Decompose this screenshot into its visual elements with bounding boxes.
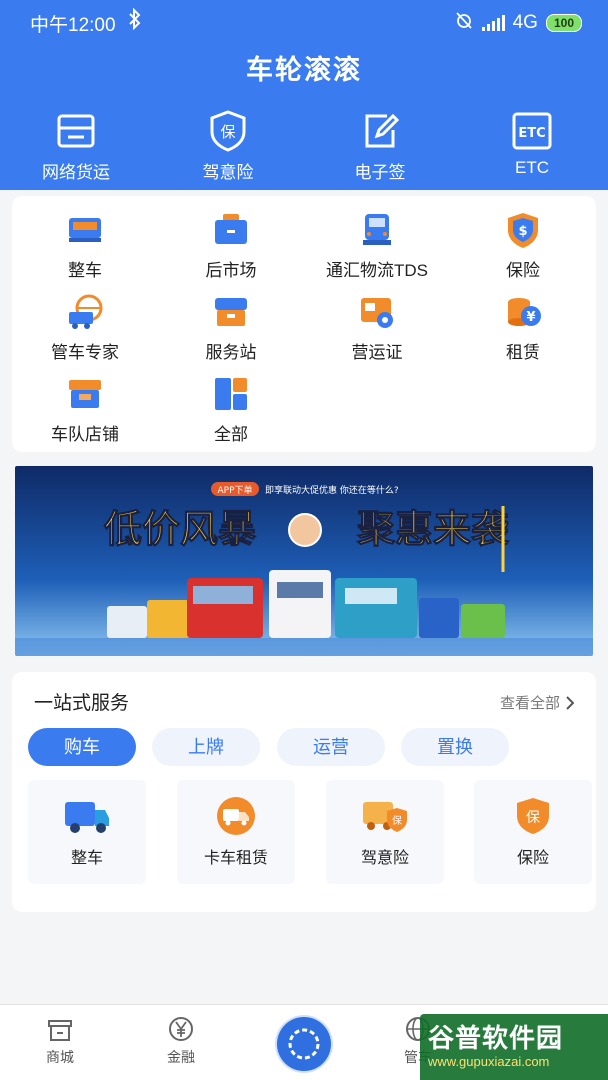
grid-item-whole-vehicle[interactable]: 整车 <box>12 210 158 281</box>
status-bar: 中午12:00 4G 100 <box>0 7 608 36</box>
globe-truck-icon <box>69 294 103 329</box>
svg-text:$: $ <box>518 224 527 239</box>
truck-icon <box>65 802 109 833</box>
signal-icon <box>481 15 505 31</box>
svg-text:保: 保 <box>392 814 402 827</box>
tab-exchange[interactable]: 置换 <box>401 728 509 766</box>
service-label: 驾意险 <box>360 850 409 867</box>
banner-headline-left: 低价风暴 <box>104 507 256 551</box>
alarm-off-icon <box>454 10 474 36</box>
quick-action-etc[interactable]: ETC ETC <box>456 108 608 178</box>
watermark-url: www.gupuxiazai.com <box>428 1054 550 1069</box>
grid-item-leasing[interactable]: ¥ 租赁 <box>450 292 596 363</box>
tab-store[interactable]: 商城 <box>0 1015 120 1067</box>
insurance-shield-icon: 保 <box>517 798 549 834</box>
watermark-name: 谷普软件园 <box>428 1023 564 1053</box>
battery-icon: 100 <box>545 14 582 32</box>
toolbox-icon <box>215 214 247 244</box>
store-icon <box>48 1020 72 1041</box>
grid-item-label: 保险 <box>506 261 540 280</box>
bluetooth-icon <box>128 7 142 35</box>
grid-item-label: 服务站 <box>205 343 257 362</box>
service-label: 保险 <box>516 850 549 867</box>
license-card-icon <box>361 298 393 328</box>
grid-item-aftermarket[interactable]: 后市场 <box>158 210 304 281</box>
semi-truck-icon <box>363 214 391 245</box>
svg-text:保: 保 <box>526 810 540 826</box>
grid-item-all[interactable]: 全部 <box>158 374 304 445</box>
banner-subtitle: 即享联动大促优惠 你还在等什么? <box>265 484 399 496</box>
center-home-button[interactable] <box>277 1017 331 1071</box>
grid-item-label: 后市场 <box>205 261 257 280</box>
svg-text:¥: ¥ <box>526 310 535 325</box>
tab-operation[interactable]: 运营 <box>277 728 385 766</box>
app-header: 中午12:00 4G 100 车轮滚滚 网络货运 保 驾意险 电子签 ETC E… <box>0 0 608 190</box>
svg-text:保: 保 <box>220 123 235 141</box>
quick-action-label: 电子签 <box>354 163 406 182</box>
app-title: 车轮滚滚 <box>246 55 362 85</box>
grid-item-insurance[interactable]: $ 保险 <box>450 210 596 281</box>
truck-icon <box>69 218 101 242</box>
quick-action-label: 驾意险 <box>202 163 254 182</box>
shop-icon <box>69 380 101 408</box>
quick-action-cargo[interactable]: 网络货运 <box>0 108 152 183</box>
grid-item-label: 营运证 <box>351 343 403 362</box>
service-truck-rental[interactable]: 卡车租赁 <box>177 780 295 884</box>
service-label: 卡车租赁 <box>203 850 268 867</box>
status-indicators: 4G 100 <box>454 10 582 36</box>
service-driver-insurance[interactable]: 保 驾意险 <box>326 780 444 884</box>
banner-headline-right: 聚惠来袭 <box>356 507 510 551</box>
grid-item-label: 整车 <box>68 261 102 280</box>
service-box-icon <box>215 298 247 326</box>
tab-finance[interactable]: 金融 <box>121 1015 241 1067</box>
feature-grid: 整车 后市场 通汇物流TDS $ 保险 管车专家 服务站 营运证 ¥ 租赁 车队… <box>12 196 596 452</box>
chevron-right-icon <box>566 695 574 710</box>
yen-circle-icon <box>169 1017 193 1041</box>
grid-item-label: 通汇物流TDS <box>326 261 428 280</box>
quick-action-insurance[interactable]: 保 驾意险 <box>152 108 304 183</box>
service-insurance[interactable]: 保 保险 <box>474 780 592 884</box>
all-blocks-icon <box>215 378 247 410</box>
grid-item-label: 全部 <box>214 425 248 444</box>
grid-item-fleet-expert[interactable]: 管车专家 <box>12 292 158 363</box>
coin-stack-icon: ¥ <box>508 298 541 326</box>
insured-truck-icon: 保 <box>363 802 407 832</box>
quick-action-esign[interactable]: 电子签 <box>304 108 456 183</box>
dollar-shield-icon: $ <box>508 213 538 248</box>
tab-label: 金融 <box>167 1049 195 1065</box>
banner-tag: APP下单 <box>217 484 252 496</box>
etc-icon: ETC <box>512 112 552 150</box>
one-stop-services: 一站式服务 查看全部 购车 上牌 运营 置换 整车 卡车租赁 保 驾意险 保 保… <box>12 672 596 912</box>
view-all-label: 查看全部 <box>499 695 560 712</box>
service-whole-vehicle[interactable]: 整车 <box>28 780 146 884</box>
tab-registration[interactable]: 上牌 <box>152 728 260 766</box>
truck-rental-icon <box>217 797 255 835</box>
esign-icon <box>365 113 400 148</box>
grid-item-label: 管车专家 <box>51 343 119 362</box>
site-watermark: 谷普软件园 www.gupuxiazai.com <box>420 1014 608 1080</box>
status-time: 中午12:00 <box>30 15 116 36</box>
svg-text:ETC: ETC <box>518 126 545 141</box>
network-type: 4G <box>512 12 538 33</box>
grid-item-tds[interactable]: 通汇物流TDS <box>304 210 450 281</box>
cargo-icon <box>57 114 95 148</box>
quick-action-label: 网络货运 <box>42 163 110 182</box>
quick-action-label: ETC <box>515 158 549 177</box>
grid-item-fleet-shop[interactable]: 车队店铺 <box>12 374 158 445</box>
center-logo-icon <box>288 1028 320 1060</box>
grid-item-operation-license[interactable]: 营运证 <box>304 292 450 363</box>
service-label: 整车 <box>70 850 103 867</box>
insurance-shield-icon: 保 <box>210 110 246 152</box>
section-title: 一站式服务 <box>34 693 130 714</box>
tab-label: 商城 <box>46 1049 74 1065</box>
grid-item-label: 车队店铺 <box>51 425 119 444</box>
tab-buy-car[interactable]: 购车 <box>28 728 136 766</box>
grid-item-label: 租赁 <box>506 343 540 362</box>
grid-item-service-station[interactable]: 服务站 <box>158 292 304 363</box>
view-all-link[interactable]: 查看全部 <box>500 692 574 713</box>
promo-banner[interactable]: APP下单 即享联动大促优惠 你还在等什么? 低价风暴 聚惠来袭 <box>15 466 593 656</box>
promo-banner-art: APP下单 即享联动大促优惠 你还在等什么? 低价风暴 聚惠来袭 <box>15 466 593 656</box>
